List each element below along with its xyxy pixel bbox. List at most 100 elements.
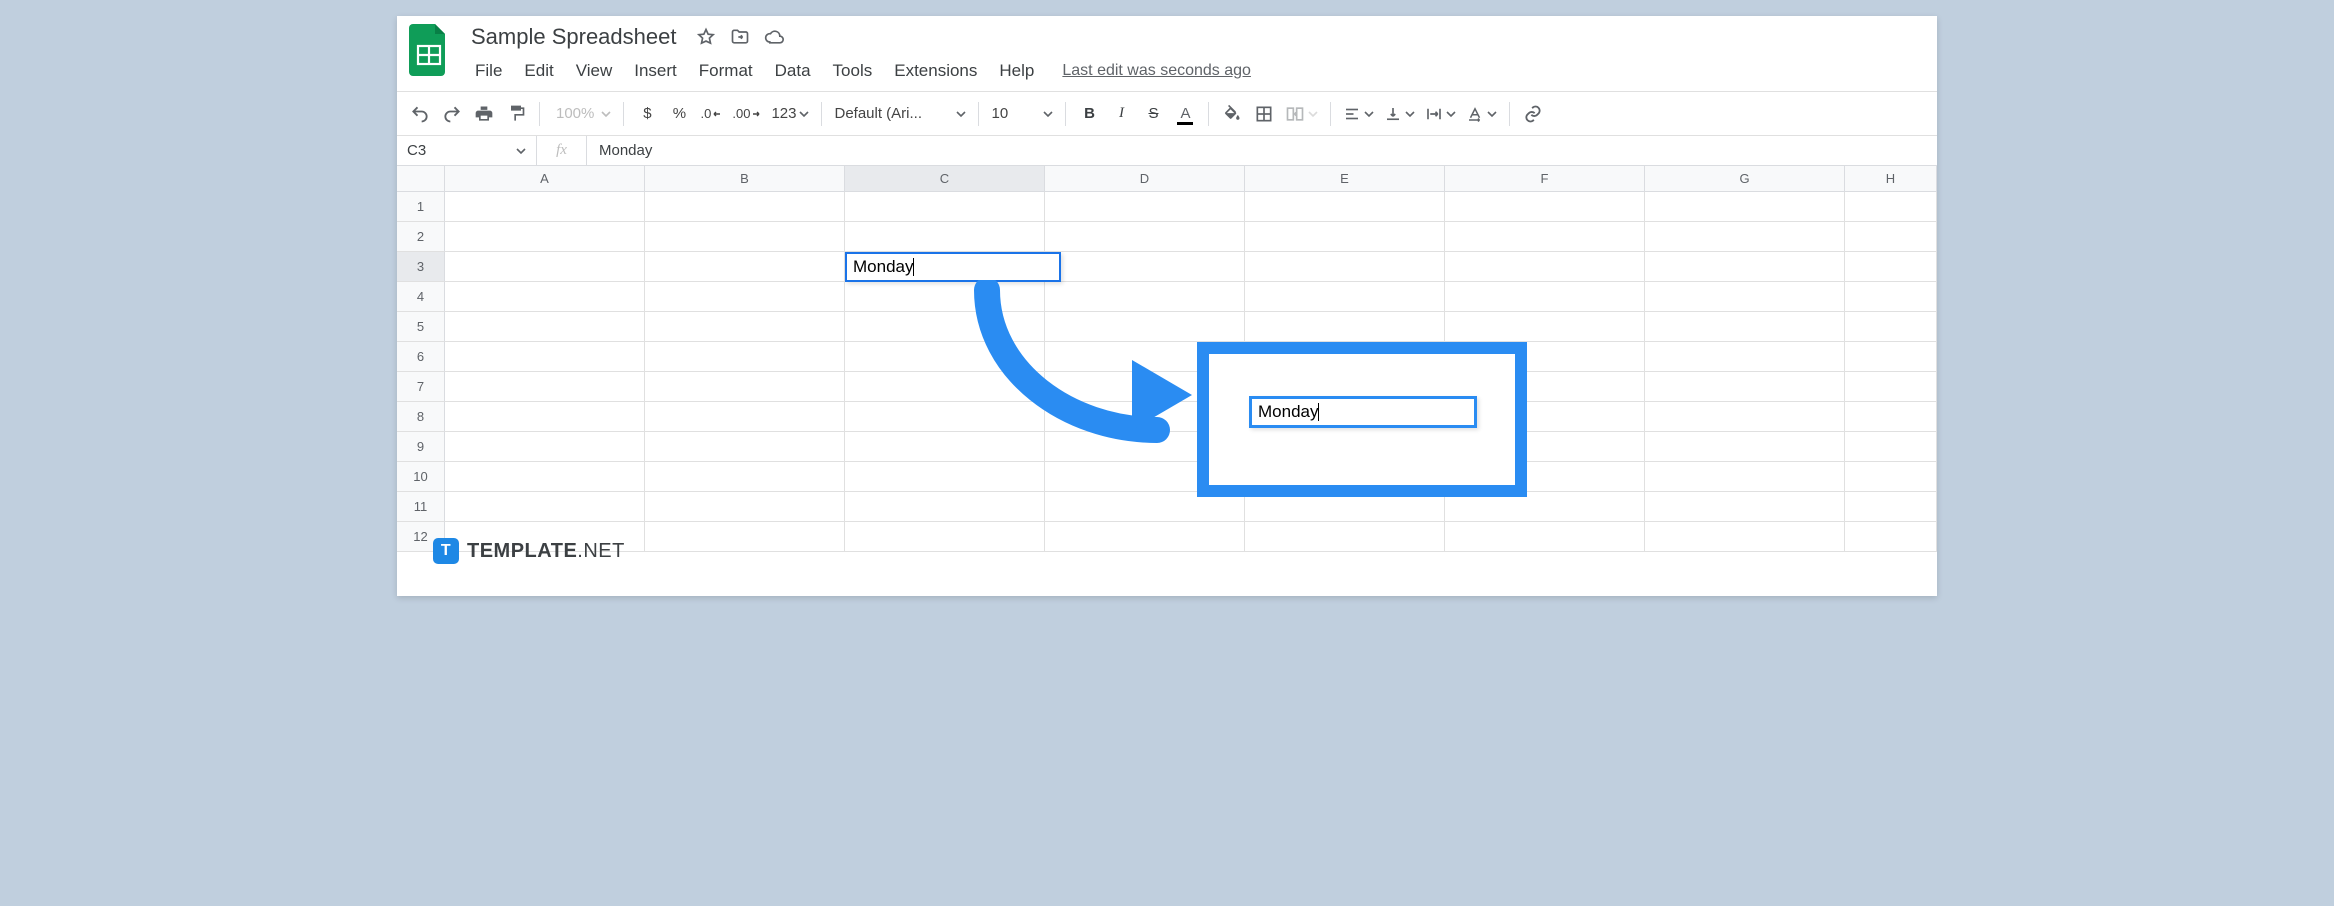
text-color-button[interactable]: A: [1170, 99, 1200, 129]
cell[interactable]: [1645, 312, 1845, 342]
cell[interactable]: [1645, 402, 1845, 432]
cell[interactable]: [845, 222, 1045, 252]
cell[interactable]: [445, 432, 645, 462]
document-title[interactable]: Sample Spreadsheet: [465, 22, 682, 52]
menu-insert[interactable]: Insert: [624, 57, 687, 85]
cell[interactable]: [645, 312, 845, 342]
cell[interactable]: [845, 192, 1045, 222]
cell[interactable]: [845, 312, 1045, 342]
cell[interactable]: [1845, 282, 1937, 312]
cell[interactable]: [1245, 522, 1445, 552]
cell[interactable]: [445, 342, 645, 372]
paint-format-icon[interactable]: [501, 99, 531, 129]
cell[interactable]: [445, 252, 645, 282]
cell[interactable]: [1245, 282, 1445, 312]
font-size-dropdown[interactable]: 10: [987, 99, 1057, 129]
vertical-align-button[interactable]: [1380, 99, 1419, 129]
cell[interactable]: [1645, 492, 1845, 522]
cell[interactable]: [845, 492, 1045, 522]
col-header-A[interactable]: A: [445, 166, 645, 191]
cell[interactable]: [445, 492, 645, 522]
fill-color-button[interactable]: [1217, 99, 1247, 129]
cell[interactable]: [1645, 222, 1845, 252]
row-header-5[interactable]: 5: [397, 312, 445, 342]
cell[interactable]: [445, 312, 645, 342]
sheets-logo-icon[interactable]: [407, 22, 451, 78]
select-all-corner[interactable]: [397, 166, 445, 191]
cell[interactable]: [1845, 342, 1937, 372]
cell[interactable]: [645, 432, 845, 462]
cell[interactable]: [845, 372, 1045, 402]
cell[interactable]: [1845, 312, 1937, 342]
col-header-C[interactable]: C: [845, 166, 1045, 191]
cell[interactable]: [1845, 252, 1937, 282]
italic-button[interactable]: I: [1106, 99, 1136, 129]
cell[interactable]: [1445, 252, 1645, 282]
cell[interactable]: [1045, 522, 1245, 552]
cell[interactable]: [1045, 282, 1245, 312]
cell[interactable]: [445, 462, 645, 492]
cell[interactable]: [1245, 312, 1445, 342]
cell[interactable]: [1445, 222, 1645, 252]
cell[interactable]: [1645, 252, 1845, 282]
editing-cell-C3[interactable]: Monday: [845, 252, 1061, 282]
row-header-11[interactable]: 11: [397, 492, 445, 522]
row-header-7[interactable]: 7: [397, 372, 445, 402]
cell[interactable]: [1045, 312, 1245, 342]
cell[interactable]: [1845, 492, 1937, 522]
percent-button[interactable]: %: [664, 99, 694, 129]
cell[interactable]: [1645, 192, 1845, 222]
cell[interactable]: [1645, 522, 1845, 552]
menu-file[interactable]: File: [465, 57, 512, 85]
cloud-saved-icon[interactable]: [764, 27, 784, 47]
cell[interactable]: [445, 192, 645, 222]
cell[interactable]: [1645, 432, 1845, 462]
spreadsheet-grid[interactable]: A B C D E F G H 1 2 3 4 5 6 7 8 9 10 11 …: [397, 166, 1937, 596]
cell[interactable]: [445, 372, 645, 402]
cell[interactable]: [1045, 252, 1245, 282]
row-header-6[interactable]: 6: [397, 342, 445, 372]
row-header-1[interactable]: 1: [397, 192, 445, 222]
col-header-E[interactable]: E: [1245, 166, 1445, 191]
cell[interactable]: [645, 522, 845, 552]
cell[interactable]: [1645, 342, 1845, 372]
cell[interactable]: [845, 282, 1045, 312]
cell[interactable]: [1445, 522, 1645, 552]
insert-link-icon[interactable]: [1518, 99, 1548, 129]
cell[interactable]: [845, 522, 1045, 552]
menu-data[interactable]: Data: [765, 57, 821, 85]
cell[interactable]: [1845, 402, 1937, 432]
undo-icon[interactable]: [405, 99, 435, 129]
row-header-2[interactable]: 2: [397, 222, 445, 252]
cell[interactable]: [1845, 462, 1937, 492]
formula-input[interactable]: Monday: [587, 142, 1937, 159]
cell[interactable]: [645, 372, 845, 402]
text-wrap-button[interactable]: [1421, 99, 1460, 129]
menu-view[interactable]: View: [566, 57, 623, 85]
row-header-4[interactable]: 4: [397, 282, 445, 312]
row-header-10[interactable]: 10: [397, 462, 445, 492]
cell[interactable]: [645, 222, 845, 252]
col-header-F[interactable]: F: [1445, 166, 1645, 191]
cell[interactable]: [1645, 462, 1845, 492]
currency-button[interactable]: $: [632, 99, 662, 129]
borders-button[interactable]: [1249, 99, 1279, 129]
cell[interactable]: [445, 282, 645, 312]
decrease-decimal-button[interactable]: .0: [696, 99, 726, 129]
bold-button[interactable]: B: [1074, 99, 1104, 129]
row-header-8[interactable]: 8: [397, 402, 445, 432]
cell[interactable]: [645, 402, 845, 432]
cell[interactable]: [1445, 192, 1645, 222]
cell[interactable]: [1645, 282, 1845, 312]
cell[interactable]: [645, 252, 845, 282]
col-header-D[interactable]: D: [1045, 166, 1245, 191]
font-family-dropdown[interactable]: Default (Ari...: [830, 99, 970, 129]
cell[interactable]: [1645, 372, 1845, 402]
merge-cells-button[interactable]: [1281, 99, 1322, 129]
cell[interactable]: [845, 402, 1045, 432]
cell[interactable]: [645, 462, 845, 492]
name-box[interactable]: C3: [397, 136, 537, 165]
move-to-folder-icon[interactable]: [730, 27, 750, 47]
print-icon[interactable]: [469, 99, 499, 129]
redo-icon[interactable]: [437, 99, 467, 129]
